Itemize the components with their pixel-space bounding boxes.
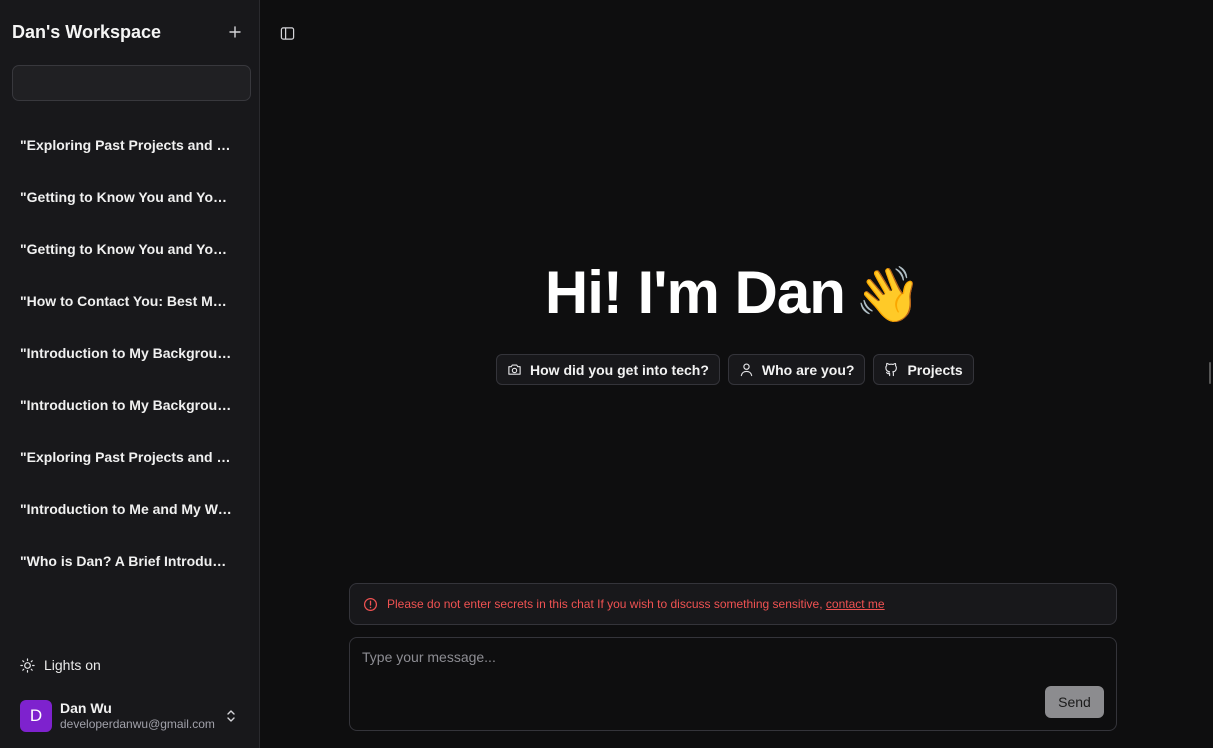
workspace-title: Dan's Workspace	[12, 22, 162, 42]
user-name: Dan Wu	[60, 700, 112, 716]
conversation-label: "Who is Dan? A Brief Introduction"	[20, 553, 234, 569]
conversation-item[interactable]: "Exploring Past Projects and Experiences…	[8, 119, 252, 171]
plus-icon	[229, 26, 241, 38]
theme-toggle-label: Lights on	[44, 657, 101, 673]
suggestion-label: Who are you?	[761, 361, 855, 378]
conversation-item[interactable]: "Introduction to My Background"	[8, 327, 252, 379]
alert-circle-icon	[363, 597, 378, 611]
user-info: Dan Wu developerdanwu@gmail.com	[60, 700, 216, 732]
conversation-label: "How to Contact You: Best Methods"	[20, 293, 234, 309]
warning-text-wrap: Please do not enter secrets in this chat…	[387, 597, 885, 611]
github-icon	[885, 362, 898, 377]
suggestion-label: How did you get into tech?	[530, 361, 709, 378]
sidebar: Dan's Workspace "Exploring Past Projects…	[0, 0, 260, 748]
theme-toggle-button[interactable]: Lights on	[20, 657, 101, 673]
conversation-item[interactable]: "Exploring Past Projects and Experiences…	[8, 431, 252, 483]
conversation-item[interactable]: "How to Contact You: Best Methods"	[8, 275, 252, 327]
new-chat-button[interactable]	[224, 21, 246, 43]
suggestion-chip-tech[interactable]: How did you get into tech?	[496, 354, 720, 385]
contact-me-link[interactable]: contact me	[826, 597, 885, 611]
conversation-label: "Introduction to Me and My Work"	[20, 501, 234, 517]
message-input[interactable]	[350, 638, 1116, 730]
user-menu[interactable]: D Dan Wu developerdanwu@gmail.com	[20, 699, 248, 733]
search-input[interactable]	[12, 65, 251, 101]
send-button[interactable]: Send	[1045, 686, 1104, 718]
panel-left-icon	[280, 26, 294, 40]
user-icon	[740, 363, 753, 377]
suggestion-chip-projects[interactable]: Projects	[873, 354, 974, 385]
suggestion-chip-who[interactable]: Who are you?	[727, 354, 866, 385]
chevrons-up-down-icon	[224, 706, 238, 726]
sidebar-toggle-button[interactable]	[277, 23, 297, 43]
message-composer: Send	[349, 637, 1117, 731]
suggestion-chips: How did you get into tech? Who are you? …	[496, 354, 974, 385]
conversation-item[interactable]: "Introduction to Me and My Work"	[8, 483, 252, 535]
scrollbar-thumb[interactable]	[1209, 362, 1211, 384]
conversation-label: "Exploring Past Projects and Experiences…	[20, 137, 234, 153]
sun-icon	[20, 657, 35, 673]
conversation-item[interactable]: "Getting to Know You and Your Background…	[8, 223, 252, 275]
secrets-warning-banner: Please do not enter secrets in this chat…	[349, 583, 1117, 625]
camera-icon	[508, 364, 521, 375]
conversation-label: "Getting to Know You and Your Background…	[20, 241, 234, 257]
waving-hand-icon: 👋	[854, 265, 922, 325]
conversation-list: "Exploring Past Projects and Experiences…	[8, 119, 252, 587]
greeting-text: Hi! I'm Dan	[544, 259, 846, 326]
suggestion-label: Projects	[907, 361, 963, 378]
conversation-item[interactable]: "Getting to Know You and Your Background…	[8, 171, 252, 223]
warning-text: Please do not enter secrets in this chat…	[387, 597, 823, 611]
conversation-label: "Getting to Know You and Your Background…	[20, 189, 234, 205]
conversation-label: "Introduction to My Background"	[20, 345, 234, 361]
user-email: developerdanwu@gmail.com	[60, 717, 215, 731]
greeting-heading: Hi! I'm Dan 👋	[261, 258, 1205, 327]
avatar: D	[20, 700, 52, 732]
chat-main: Hi! I'm Dan 👋 How did you get into tech? …	[261, 0, 1213, 748]
conversation-item[interactable]: "Introduction to My Background"	[8, 379, 252, 431]
conversation-label: "Introduction to My Background"	[20, 397, 234, 413]
conversation-item[interactable]: "Who is Dan? A Brief Introduction"	[8, 535, 252, 587]
conversation-label: "Exploring Past Projects and Experiences…	[20, 449, 234, 465]
